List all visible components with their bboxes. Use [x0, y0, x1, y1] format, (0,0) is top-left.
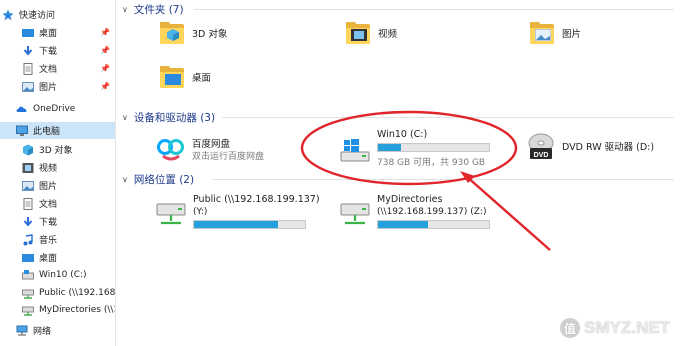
watermark-logo: 值 — [560, 318, 581, 338]
watermark: 值 SMYZ.NET — [560, 318, 670, 338]
annotation-circle — [300, 110, 518, 186]
annotation-overlay — [300, 110, 551, 251]
watermark-text: SMYZ.NET — [584, 318, 670, 337]
annotation-arrow — [465, 175, 551, 251]
